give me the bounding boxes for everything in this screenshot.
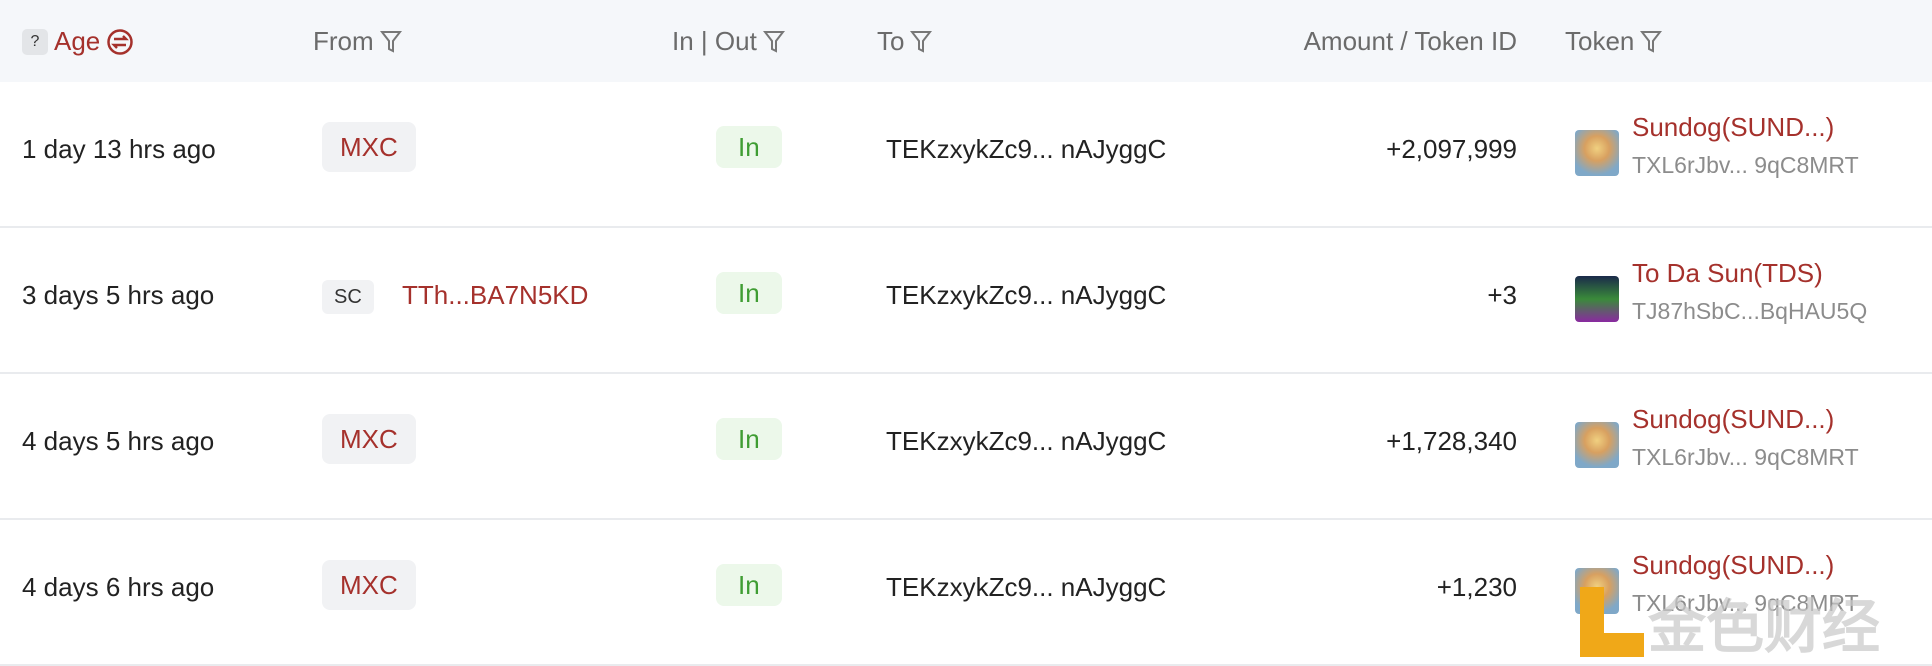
filter-icon[interactable] xyxy=(910,30,933,54)
token-address[interactable]: TXL6rJbv... 9qC8MRT xyxy=(1632,444,1859,471)
header-amount: Amount / Token ID xyxy=(1304,26,1517,57)
token-address[interactable]: TXL6rJbv... 9qC8MRT xyxy=(1632,152,1859,179)
filter-icon[interactable] xyxy=(379,30,402,54)
watermark-text: 金色财经 xyxy=(1648,595,1881,660)
amount-cell: +1,728,340 xyxy=(1386,426,1517,456)
to-address: TEKzxykZc9... nAJyggC xyxy=(886,134,1167,164)
filter-icon[interactable] xyxy=(762,30,785,54)
to-label: To xyxy=(877,26,905,56)
table-row: 1 day 13 hrs ago MXC In TEKzxykZc9... nAJ… xyxy=(0,82,1932,228)
to-address: TEKzxykZc9... nAJyggC xyxy=(886,572,1167,602)
age-cell: 1 day 13 hrs ago xyxy=(22,134,216,164)
inout-label: In | Out xyxy=(672,26,757,56)
from-label: From xyxy=(313,26,374,56)
watermark: 金色财经 xyxy=(1580,580,1880,664)
direction-badge: In xyxy=(716,126,782,168)
from-address-link[interactable]: TTh...BA7N5KD xyxy=(402,280,588,311)
watermark-logo-icon xyxy=(1580,587,1644,657)
table-header: ? Age From In | Out To Amount / Token ID… xyxy=(0,0,1932,82)
from-tag[interactable]: MXC xyxy=(322,122,416,172)
contract-badge: SC xyxy=(322,280,374,314)
token-address[interactable]: TJ87hSbC...BqHAU5Q xyxy=(1632,298,1867,325)
amount-label: Amount / Token ID xyxy=(1303,26,1517,56)
age-cell: 4 days 6 hrs ago xyxy=(22,572,215,602)
token-name-link[interactable]: Sundog(SUND...) xyxy=(1632,112,1834,143)
toggle-swap-icon[interactable] xyxy=(106,28,134,56)
direction-badge: In xyxy=(716,418,782,460)
to-address: TEKzxykZc9... nAJyggC xyxy=(886,426,1167,456)
token-logo-icon xyxy=(1575,130,1619,176)
age-cell: 4 days 5 hrs ago xyxy=(22,426,215,456)
to-address: TEKzxykZc9... nAJyggC xyxy=(886,280,1167,310)
header-to: To xyxy=(877,26,933,57)
age-cell: 3 days 5 hrs ago xyxy=(22,280,215,310)
header-inout: In | Out xyxy=(672,26,785,57)
token-logo-icon xyxy=(1575,422,1619,468)
age-label[interactable]: Age xyxy=(54,26,100,57)
amount-cell: +2,097,999 xyxy=(1386,134,1517,164)
header-from: From xyxy=(313,26,402,57)
token-logo-icon xyxy=(1575,276,1619,322)
direction-badge: In xyxy=(716,564,782,606)
from-tag[interactable]: MXC xyxy=(322,414,416,464)
token-label: Token xyxy=(1565,26,1635,56)
table-row: 3 days 5 hrs ago SC TTh...BA7N5KD In TEKzx… xyxy=(0,228,1932,374)
direction-badge: In xyxy=(716,272,782,314)
token-name-link[interactable]: To Da Sun(TDS) xyxy=(1632,258,1823,289)
token-name-link[interactable]: Sundog(SUND...) xyxy=(1632,550,1834,581)
from-tag[interactable]: MXC xyxy=(322,560,416,610)
amount-cell: +1,230 xyxy=(1436,572,1517,602)
header-token: Token xyxy=(1565,26,1663,57)
table-row: 4 days 5 hrs ago MXC In TEKzxykZc9... nAJ… xyxy=(0,374,1932,520)
help-icon[interactable]: ? xyxy=(22,28,48,55)
header-age[interactable]: ? Age xyxy=(22,26,134,57)
amount-cell: +3 xyxy=(1487,280,1517,310)
filter-icon[interactable] xyxy=(1640,30,1663,54)
token-name-link[interactable]: Sundog(SUND...) xyxy=(1632,404,1834,435)
